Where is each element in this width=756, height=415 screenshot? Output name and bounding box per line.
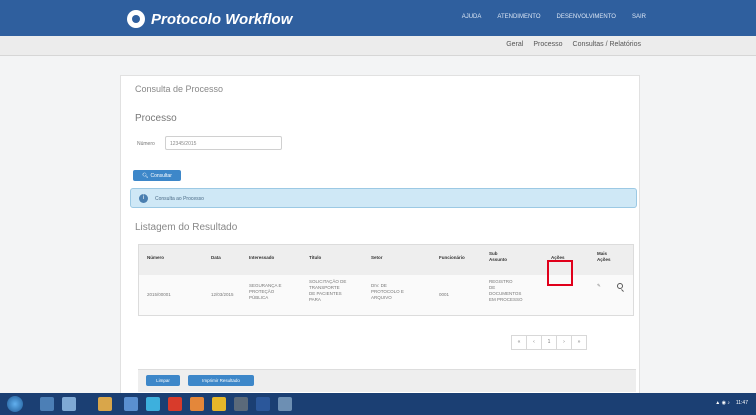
alert-message: Consulta ao Processo — [155, 196, 204, 202]
page-prev[interactable]: ‹ — [526, 335, 542, 350]
consultar-label: Consultar — [150, 172, 172, 179]
view-icon[interactable] — [617, 283, 623, 289]
folder-icon[interactable] — [98, 397, 112, 411]
content-panel — [120, 75, 640, 399]
taskbar-app-icon[interactable] — [278, 397, 292, 411]
topnav-item-sair[interactable]: SAIR — [632, 14, 646, 20]
header-mais-acoes[interactable]: Mais Ações — [597, 251, 611, 263]
taskbar-app-icon[interactable] — [146, 397, 160, 411]
info-alert: i Consulta ao Processo — [130, 188, 637, 208]
page-title: Consulta de Processo — [135, 84, 224, 94]
page-first[interactable]: « — [511, 335, 527, 350]
consultar-button[interactable]: 🔍︎ Consultar — [133, 170, 181, 181]
pdf-icon[interactable] — [168, 397, 182, 411]
browser-icon[interactable] — [124, 397, 138, 411]
tray-icons[interactable]: ▲ ◉ ♪ — [715, 400, 730, 406]
sub-nav-menu: Geral Processo Consultas / Relatórios — [506, 41, 641, 48]
header-sub-assunto[interactable]: Sub Assunto — [489, 251, 507, 263]
cell-setor: DIV. DE PROTOCOLO E ARQUIVO — [371, 283, 404, 300]
top-navbar: Protocolo Workflow AJUDA ATENDIMENTO DES… — [0, 0, 756, 36]
cell-funcionario: 0001 — [439, 292, 450, 297]
sub-navbar: Geral Processo Consultas / Relatórios — [0, 36, 756, 56]
header-data[interactable]: Data — [211, 255, 221, 261]
taskbar-app-icon[interactable] — [62, 397, 76, 411]
start-button[interactable] — [7, 396, 23, 412]
cell-data: 12/03/2015 — [211, 292, 234, 297]
taskbar-app-icon[interactable] — [212, 397, 226, 411]
menu-geral[interactable]: Geral — [506, 41, 523, 48]
list-title: Listagem do Resultado — [135, 222, 238, 233]
clock[interactable]: 11:47 — [736, 400, 748, 406]
cell-numero: 2015/00001 — [147, 292, 171, 297]
brand-title: Protocolo Workflow — [151, 10, 293, 28]
header-interessado[interactable]: Interessado — [249, 255, 274, 261]
numero-input[interactable]: 12345/2015 — [165, 136, 282, 150]
topnav-item-ajuda[interactable]: AJUDA — [462, 14, 482, 20]
page-last[interactable]: » — [571, 335, 587, 350]
highlight-box — [547, 260, 573, 286]
info-icon: i — [139, 194, 148, 203]
page-1[interactable]: 1 — [541, 335, 557, 350]
header-numero[interactable]: Número — [147, 255, 164, 261]
imprimir-button[interactable]: Imprimir Resultado — [188, 375, 254, 386]
logo-icon — [127, 10, 145, 28]
pagination: « ‹ 1 › » — [511, 335, 587, 350]
cell-sub-assunto: REGISTRO DE DOCUMENTOS EM PROCESSO — [489, 279, 523, 302]
numero-label: Número — [137, 141, 155, 147]
menu-consultas[interactable]: Consultas / Relatórios — [573, 41, 641, 48]
taskbar-app-icon[interactable] — [190, 397, 204, 411]
cell-interessado: SEGURANÇA E PROTEÇÃO PÚBLICA — [249, 283, 282, 300]
header-setor[interactable]: Setor — [371, 255, 383, 261]
taskbar-app-icon[interactable] — [40, 397, 54, 411]
header-titulo[interactable]: Título — [309, 255, 321, 261]
page-next[interactable]: › — [556, 335, 572, 350]
top-nav-menu: AJUDA ATENDIMENTO DESENVOLVIMENTO SAIR — [462, 14, 646, 20]
section-title: Processo — [135, 113, 177, 124]
system-tray: ▲ ◉ ♪ 11:47 — [715, 400, 748, 406]
footer-bar: Limpar Imprimir Resultado — [138, 369, 636, 392]
topnav-item-desenvolvimento[interactable]: DESENVOLVIMENTO — [557, 14, 616, 20]
word-icon[interactable] — [256, 397, 270, 411]
menu-processo[interactable]: Processo — [533, 41, 562, 48]
cell-titulo: SOLICITAÇÃO DE TRANSPORTE DE PACIENTES P… — [309, 279, 347, 302]
taskbar-app-icon[interactable] — [234, 397, 248, 411]
taskbar: ▲ ◉ ♪ 11:47 — [0, 393, 756, 415]
header-funcionario[interactable]: Funcionário — [439, 255, 465, 261]
search-icon: 🔍︎ — [142, 172, 149, 179]
limpar-button[interactable]: Limpar — [146, 375, 180, 386]
edit-icon[interactable]: ✎ — [597, 283, 601, 289]
brand[interactable]: Protocolo Workflow — [127, 8, 292, 30]
topnav-item-atendimento[interactable]: ATENDIMENTO — [497, 14, 540, 20]
